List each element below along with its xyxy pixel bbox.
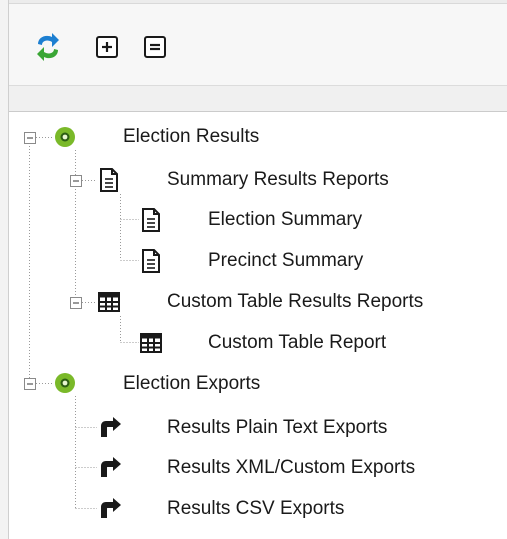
report-explorer-panel: Election Results Summary Results Reports [0,0,507,539]
table-grid-icon [140,333,162,355]
expander-election-results[interactable] [24,131,36,144]
tree-item-election-results[interactable]: Election Results [123,125,259,149]
expand-all-icon [96,36,118,58]
green-circle-icon [54,372,76,394]
expander-summary-reports[interactable] [70,174,82,187]
export-arrow-icon [98,416,121,438]
toolbar-top-edge [9,0,507,4]
tree-item-custom-table-results-reports[interactable]: Custom Table Results Reports [167,290,423,314]
report-tree: Election Results Summary Results Reports [9,112,507,539]
tree-item-custom-table-report[interactable]: Custom Table Report [208,331,386,355]
tree-item-precinct-summary[interactable]: Precinct Summary [208,249,363,273]
tree-item-results-plain-text-exports[interactable]: Results Plain Text Exports [167,416,387,440]
toolbar [9,0,507,86]
expand-all-button[interactable] [94,30,126,64]
expander-election-exports[interactable] [24,377,36,390]
tree-item-summary-results-reports[interactable]: Summary Results Reports [167,168,389,192]
collapse-all-icon [144,36,166,58]
tree-item-results-csv-exports[interactable]: Results CSV Exports [167,497,344,521]
tree-item-election-summary[interactable]: Election Summary [208,208,362,232]
expander-custom-table-reports[interactable] [70,296,82,309]
collapse-toggle-icon [24,132,36,144]
tree-item-election-exports[interactable]: Election Exports [123,372,260,396]
column-header-band [9,86,507,112]
document-icon [140,249,162,273]
refresh-button[interactable] [32,30,64,64]
collapse-toggle-icon [70,297,82,309]
export-arrow-icon [98,456,121,478]
table-grid-icon [98,292,120,314]
document-icon [140,208,162,232]
collapse-toggle-icon [70,175,82,187]
green-circle-icon [54,126,76,148]
refresh-arrows-icon [37,33,59,61]
export-arrow-icon [98,497,121,519]
tree-item-results-xml-custom-exports[interactable]: Results XML/Custom Exports [167,456,415,480]
collapse-all-button[interactable] [142,30,174,64]
collapse-toggle-icon [24,378,36,390]
document-icon [98,168,120,192]
panel-left-border [0,0,9,539]
